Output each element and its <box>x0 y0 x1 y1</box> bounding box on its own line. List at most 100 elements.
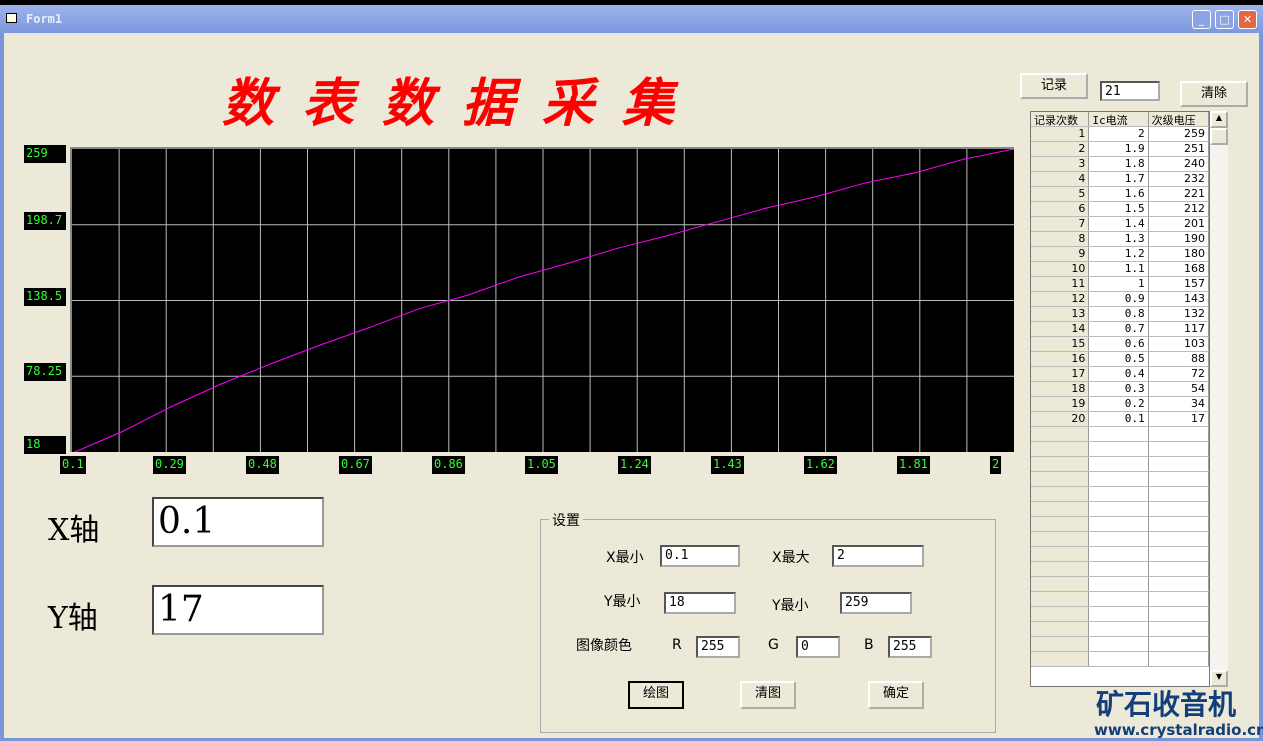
table-cell: 16 <box>1031 352 1090 366</box>
g-input[interactable]: 0 <box>796 636 840 658</box>
table-cell: 132 <box>1149 307 1209 321</box>
table-cell: 88 <box>1149 352 1209 366</box>
table-row[interactable]: 7 1.4 201 <box>1031 217 1209 232</box>
table-row[interactable] <box>1031 442 1209 457</box>
record-count-input[interactable]: 21 <box>1100 81 1160 101</box>
data-point <box>220 383 222 385</box>
minimize-button[interactable]: _ <box>1192 10 1211 29</box>
table-cell: 0.3 <box>1089 382 1149 396</box>
table-cell <box>1149 427 1209 441</box>
table-row[interactable] <box>1031 472 1209 487</box>
table-row[interactable]: 4 1.7 232 <box>1031 172 1209 187</box>
table-cell: 1 <box>1089 277 1149 291</box>
table-row[interactable] <box>1031 427 1209 442</box>
data-point <box>170 406 172 408</box>
xmin-input[interactable]: 0.1 <box>660 545 740 567</box>
table-row[interactable] <box>1031 622 1209 637</box>
table-cell: 11 <box>1031 277 1090 291</box>
table-row[interactable] <box>1031 487 1209 502</box>
ok-button[interactable]: 确定 <box>868 681 924 709</box>
table-cell: 2 <box>1089 127 1149 141</box>
table-row[interactable]: 17 0.4 72 <box>1031 367 1209 382</box>
table-row[interactable]: 20 0.1 17 <box>1031 412 1209 427</box>
clear-records-button[interactable]: 清除 <box>1180 81 1248 107</box>
table-cell <box>1031 472 1090 486</box>
table-row[interactable]: 19 0.2 34 <box>1031 397 1209 412</box>
table-cell: 19 <box>1031 397 1090 411</box>
x-tick-label: 0.86 <box>432 456 465 474</box>
b-input[interactable]: 255 <box>888 636 932 658</box>
table-row[interactable] <box>1031 517 1209 532</box>
table-row[interactable] <box>1031 577 1209 592</box>
table-row[interactable]: 15 0.6 103 <box>1031 337 1209 352</box>
clear-plot-button[interactable]: 清图 <box>740 681 796 709</box>
data-table[interactable]: 记录次数 Ic电流 次级电压 1 2 259 2 1.9 251 3 1.8 240 4 1.7 23… <box>1030 111 1210 687</box>
ymax-input[interactable]: 259 <box>840 592 912 614</box>
form-client: 数表数据采集 259 198.7 138.5 78.25 18 0.1 0.29 0.48 0.… <box>4 33 1263 739</box>
table-cell: 232 <box>1149 172 1209 186</box>
table-row[interactable]: 6 1.5 212 <box>1031 202 1209 217</box>
table-row[interactable] <box>1031 532 1209 547</box>
table-row[interactable]: 11 1 157 <box>1031 277 1209 292</box>
chart-area <box>70 147 1015 454</box>
scroll-up-arrow-icon[interactable]: ▲ <box>1210 111 1228 128</box>
scroll-thumb[interactable] <box>1210 128 1228 145</box>
table-row[interactable]: 3 1.8 240 <box>1031 157 1209 172</box>
table-cell <box>1089 457 1149 471</box>
table-cell <box>1031 502 1090 516</box>
table-cell: 7 <box>1031 217 1090 231</box>
table-row[interactable]: 10 1.1 168 <box>1031 262 1209 277</box>
table-cell: 0.2 <box>1089 397 1149 411</box>
table-row[interactable]: 1 2 259 <box>1031 127 1209 142</box>
draw-button[interactable]: 绘图 <box>628 681 684 709</box>
table-row[interactable]: 18 0.3 54 <box>1031 382 1209 397</box>
table-cell <box>1031 637 1090 651</box>
table-cell <box>1149 502 1209 516</box>
table-cell: 14 <box>1031 322 1090 336</box>
table-row[interactable] <box>1031 652 1209 667</box>
table-row[interactable] <box>1031 637 1209 652</box>
maximize-button[interactable]: □ <box>1215 10 1234 29</box>
xmax-input[interactable]: 2 <box>832 545 924 567</box>
record-button[interactable]: 记录 <box>1020 73 1088 99</box>
watermark-url: www.crystalradio.cn <box>1094 721 1263 739</box>
table-row[interactable]: 2 1.9 251 <box>1031 142 1209 157</box>
table-row[interactable] <box>1031 562 1209 577</box>
table-row[interactable] <box>1031 457 1209 472</box>
table-row[interactable] <box>1031 502 1209 517</box>
table-cell: 180 <box>1149 247 1209 261</box>
table-cell: 10 <box>1031 262 1090 276</box>
ymin-input[interactable]: 18 <box>664 592 736 614</box>
table-cell: 0.6 <box>1089 337 1149 351</box>
table-row[interactable] <box>1031 547 1209 562</box>
table-cell: 259 <box>1149 127 1209 141</box>
table-row[interactable]: 13 0.8 132 <box>1031 307 1209 322</box>
table-cell <box>1149 517 1209 531</box>
r-input[interactable]: 255 <box>696 636 740 658</box>
table-row[interactable]: 16 0.5 88 <box>1031 352 1209 367</box>
table-row[interactable] <box>1031 607 1209 622</box>
b-label: B <box>864 637 874 653</box>
y-value-display[interactable]: 17 <box>152 585 324 635</box>
table-row[interactable]: 12 0.9 143 <box>1031 292 1209 307</box>
y-axis-label: Y轴 <box>48 601 98 636</box>
data-point <box>319 344 321 346</box>
table-cell <box>1031 577 1090 591</box>
table-row[interactable]: 9 1.2 180 <box>1031 247 1209 262</box>
table-row[interactable] <box>1031 592 1209 607</box>
header-voltage: 次级电压 <box>1148 112 1209 126</box>
y-tick-label: 138.5 <box>24 287 66 306</box>
table-cell: 117 <box>1149 322 1209 336</box>
table-cell: 221 <box>1149 187 1209 201</box>
x-value-display[interactable]: 0.1 <box>152 497 324 547</box>
table-cell <box>1149 547 1209 561</box>
table-cell: 103 <box>1149 337 1209 351</box>
table-row[interactable]: 5 1.6 221 <box>1031 187 1209 202</box>
table-row[interactable]: 14 0.7 117 <box>1031 322 1209 337</box>
table-scrollbar[interactable]: ▲ ▼ <box>1210 111 1228 687</box>
table-cell: 1.9 <box>1089 142 1149 156</box>
table-row[interactable]: 8 1.3 190 <box>1031 232 1209 247</box>
close-button[interactable]: ✕ <box>1238 10 1257 29</box>
page-title: 数表数据采集 <box>222 73 703 134</box>
table-cell <box>1149 652 1209 666</box>
